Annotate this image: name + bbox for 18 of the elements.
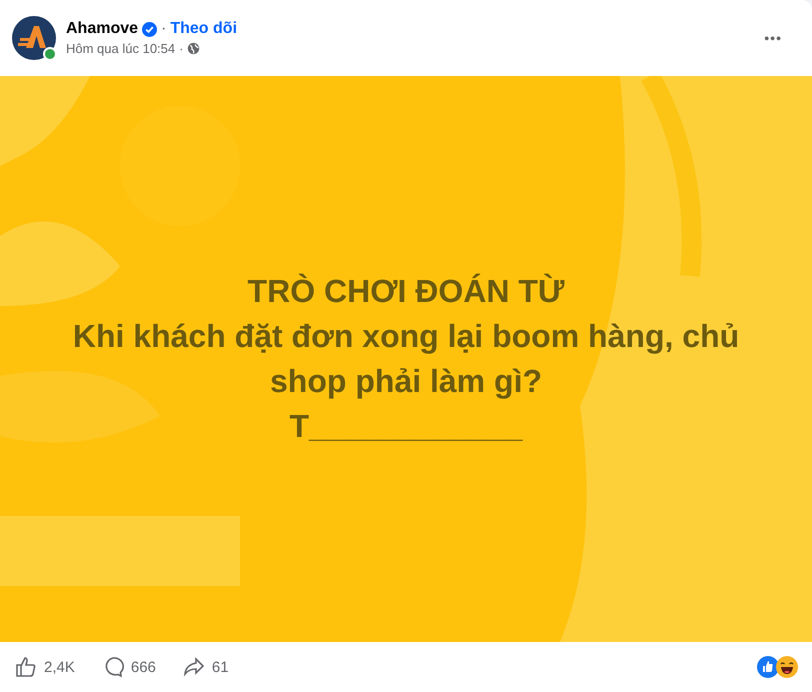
avatar-icon[interactable] bbox=[12, 16, 56, 60]
globe-icon bbox=[187, 42, 200, 55]
separator-dot: · bbox=[161, 20, 166, 38]
share-count[interactable]: 61 bbox=[212, 658, 229, 676]
post-time[interactable]: Hôm qua lúc 10:54 bbox=[66, 41, 176, 56]
share-icon[interactable] bbox=[182, 655, 206, 679]
separator-dot: · bbox=[179, 41, 184, 56]
image-caption-line: TRÒ CHƠI ĐOÁN TỪ bbox=[248, 272, 564, 311]
comment-count[interactable]: 666 bbox=[130, 658, 156, 676]
like-reaction-icon[interactable] bbox=[757, 656, 779, 678]
author-name[interactable]: Ahamove bbox=[66, 20, 138, 38]
image-caption-line: Khi khách đặt đơn xong lại boom hàng, chủ shop phải làm gì? bbox=[72, 317, 740, 401]
like-icon[interactable] bbox=[14, 655, 38, 679]
image-caption-line: T____________ bbox=[289, 407, 523, 446]
more-options-button[interactable]: ••• bbox=[758, 24, 788, 52]
follow-link[interactable]: Theo dõi bbox=[170, 20, 238, 38]
laughing-emoji-icon[interactable] bbox=[776, 656, 798, 678]
like-count[interactable]: 2,4K bbox=[44, 658, 75, 676]
